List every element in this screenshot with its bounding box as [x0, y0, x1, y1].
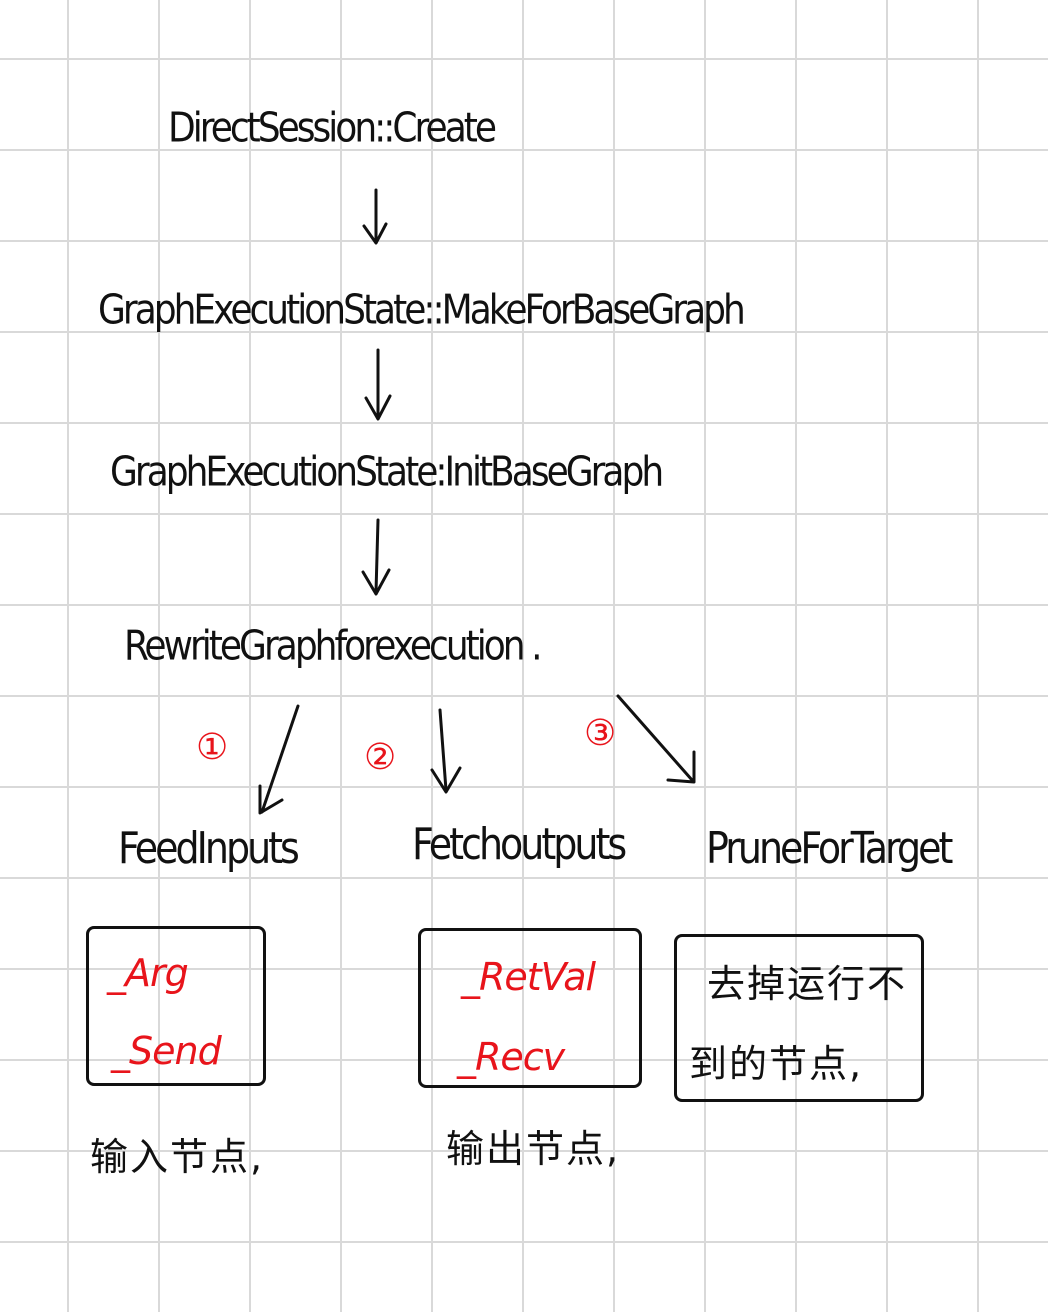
branch-2-title: Fetchoutputs	[412, 818, 627, 870]
arrow-to-branch3	[616, 694, 696, 784]
flow-step-rewrite-graph: RewriteGraphforexecution .	[124, 622, 543, 671]
feed-inputs-caption: 输入节点,	[90, 1135, 265, 1179]
prune-note-line-2: 到的节点,	[689, 1042, 864, 1086]
prune-box: 去掉运行不 到的节点,	[674, 934, 924, 1102]
arrow-to-branch1	[258, 704, 300, 815]
flow-step-direct-session-create: DirectSession::Create	[168, 104, 497, 153]
arrow-to-branch2	[430, 708, 462, 794]
branch-2-badge: ②	[364, 737, 397, 778]
branch-1-badge: ①	[196, 727, 229, 768]
prune-note-line-1: 去掉运行不	[707, 962, 908, 1006]
arrow-step2-to-step3	[364, 348, 392, 421]
fetch-outputs-box: _RetVal _Recv	[418, 928, 642, 1088]
arrow-step1-to-step2	[362, 188, 388, 245]
arrow-step3-to-step4	[361, 518, 391, 596]
branch-3-title: PruneForTarget	[706, 822, 953, 874]
branch-1-title: FeedInputs	[118, 822, 300, 874]
feed-item-send: _Send	[111, 1029, 222, 1073]
flow-step-make-for-base-graph: GraphExecutionState::MakeForBaseGraph	[98, 286, 746, 335]
flow-step-init-base-graph: GraphExecutionState:InitBaseGraph	[110, 448, 664, 497]
branch-3-badge: ③	[584, 713, 617, 754]
fetch-item-recv: _Recv	[457, 1035, 565, 1079]
feed-inputs-box: _Arg _Send	[86, 926, 266, 1086]
feed-item-arg: _Arg	[107, 951, 189, 995]
fetch-item-retval: _RetVal	[461, 955, 596, 999]
fetch-outputs-caption: 输出节点,	[446, 1127, 621, 1171]
